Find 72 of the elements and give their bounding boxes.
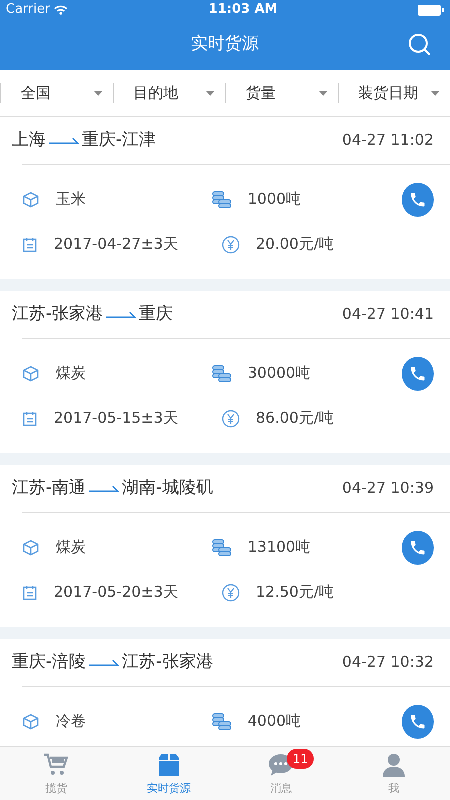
filter-dropdown[interactable]: 货量 [225,83,338,103]
listing-card[interactable]: 江苏-张家港 重庆 04-27 10:41 煤炭 30000吨 2017-05-15±3天 86.00元/吨 [0,291,450,453]
phone-icon [408,190,427,208]
coins-icon [212,712,232,730]
price-text: 20.00元/吨 [256,234,334,256]
page-title: 实时货源 [191,33,259,56]
yuan-icon [222,584,240,602]
wifi-icon [54,5,68,15]
listing-card[interactable]: 江苏-南通 湖南-城陵矶 04-27 10:39 煤炭 13100吨 2017-05-20±3天 12.50元/吨 [0,465,450,627]
coins-icon [212,190,232,208]
caret-icon [318,90,328,96]
weight-text: 30000吨 [248,363,311,384]
caret-icon [94,90,102,96]
date-text: 2017-05-15±3天 [54,408,178,430]
box-icon [22,190,40,208]
box-icon [22,364,40,382]
destination-text: 江苏-张家港 [122,650,214,674]
call-button[interactable] [402,356,434,390]
posted-time: 04-27 10:39 [342,478,434,500]
goods-text: 煤炭 [56,537,86,558]
filter-dropdown[interactable]: 全国 [0,83,112,103]
search-icon[interactable] [408,33,432,57]
battery-icon [418,4,444,16]
goods-text: 煤炭 [56,363,86,384]
listing-card[interactable]: 重庆-涪陵 江苏-张家港 04-27 10:32 冷卷 4000吨 [0,639,450,746]
weight-text: 1000吨 [248,189,302,210]
phone-icon [408,538,427,556]
price-text: 12.50元/吨 [256,582,334,604]
box-icon [158,753,180,777]
date-text: 2017-05-20±3天 [54,582,178,604]
destination-text: 重庆 [139,302,174,326]
tab-item[interactable]: 消息 11 [225,747,338,800]
posted-time: 04-27 10:41 [342,304,434,326]
call-button[interactable] [402,182,434,216]
origin-text: 江苏-张家港 [12,302,104,326]
posted-time: 04-27 10:32 [342,652,434,674]
tab-item[interactable]: 实时货源 [112,747,225,800]
yuan-icon [222,236,240,254]
calendar-icon [22,584,38,600]
posted-time: 04-27 11:02 [342,130,434,152]
call-button[interactable] [402,704,434,738]
filter-dropdown[interactable]: 装货日期 [338,83,450,103]
person-icon [382,753,406,777]
price-text: 86.00元/吨 [256,408,334,430]
caret-icon [431,90,440,96]
weight-text: 13100吨 [248,537,311,558]
origin-text: 上海 [12,128,46,152]
goods-text: 冷卷 [56,711,86,732]
coins-icon [212,538,232,556]
calendar-icon [22,236,38,252]
weight-text: 4000吨 [248,711,302,732]
box-icon [22,538,40,556]
destination-text: 重庆-江津 [82,128,156,152]
origin-text: 江苏-南通 [12,476,86,500]
origin-text: 重庆-涪陵 [12,650,86,674]
goods-text: 玉米 [56,189,86,210]
filter-dropdown[interactable]: 目的地 [112,83,225,103]
yuan-icon [222,410,240,428]
calendar-icon [22,410,38,426]
phone-icon [408,364,427,382]
caret-icon [206,90,215,96]
listing-card[interactable]: 上海 重庆-江津 04-27 11:02 玉米 1000吨 2017-04-27±3天 20.00元/吨 [0,117,450,279]
date-text: 2017-04-27±3天 [54,234,178,256]
carrier-label: Carrier [6,1,50,20]
phone-icon [408,712,427,730]
unread-badge: 11 [287,749,314,769]
box-icon [22,712,40,730]
call-button[interactable] [402,530,434,564]
status-time: 11:03 AM [208,1,278,20]
destination-text: 湖南-城陵矶 [122,476,214,500]
coins-icon [212,364,232,382]
cart-icon [43,753,70,777]
